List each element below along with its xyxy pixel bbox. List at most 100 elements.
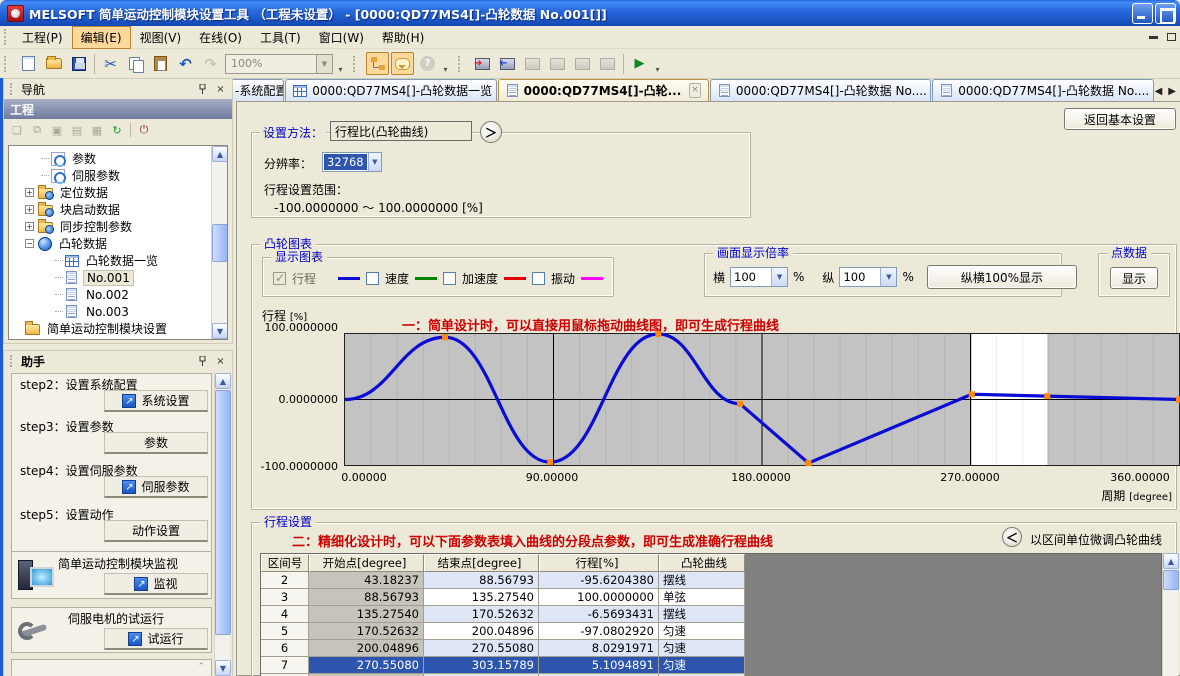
verify-button-2[interactable] <box>546 52 569 75</box>
scrollbar-thumb[interactable] <box>1163 570 1179 590</box>
tab-cam-data-list[interactable]: 0000:QD77MS4[]-凸轮数据一览 <box>285 79 496 101</box>
table-row[interactable]: 388.56793135.27540100.0000000单弦 <box>261 589 1161 606</box>
project-tree-scrollbar[interactable]: ▲ ▼ <box>211 146 227 339</box>
tree-item-cam-no-001[interactable]: No.001 <box>11 269 210 286</box>
scroll-up-icon[interactable]: ▲ <box>1163 553 1179 569</box>
scroll-down-icon[interactable]: ▼ <box>215 660 231 676</box>
verify-button-3[interactable] <box>571 52 594 75</box>
exit-project-icon[interactable]: ⏻ <box>135 122 153 139</box>
info-icon[interactable]: ▦ <box>88 122 106 139</box>
close-icon[interactable]: × <box>213 82 228 96</box>
menu-project[interactable]: 工程(P) <box>13 26 72 49</box>
collapse-minus-icon[interactable]: − <box>25 239 34 248</box>
tree-item-cam-no-002[interactable]: No.002 <box>11 286 210 303</box>
zoom-select[interactable]: 100% ▼ <box>225 54 333 74</box>
tree-item-cam-no-003[interactable]: No.003 <box>11 303 210 320</box>
dropdown-arrow-icon[interactable]: ▼ <box>880 268 896 286</box>
tree-item-sync-control-parameter[interactable]: +同步控制参数 <box>11 218 210 235</box>
expand-plus-icon[interactable]: + <box>25 222 34 231</box>
collapse-chevron-icon[interactable]: ⌃ <box>197 662 205 672</box>
scrollbar-thumb[interactable] <box>212 224 228 262</box>
write-to-module-button[interactable] <box>471 52 494 75</box>
navigation-toggle-button[interactable] <box>366 52 389 75</box>
verify-button-4[interactable] <box>596 52 619 75</box>
menu-online[interactable]: 在线(O) <box>190 26 251 49</box>
point-data-display-button[interactable]: 显示 <box>1110 267 1158 289</box>
back-to-basic-setting-button[interactable]: 返回基本设置 <box>1064 108 1176 130</box>
full-scale-display-button[interactable]: 纵横100%显示 <box>927 265 1077 289</box>
copy-button[interactable] <box>124 52 147 75</box>
table-row[interactable]: 4135.27540170.52632-6.5693431摆线 <box>261 606 1161 623</box>
maximize-button[interactable] <box>1155 3 1176 24</box>
acceleration-checkbox[interactable] <box>443 272 456 285</box>
help-button[interactable]: ? <box>416 52 439 75</box>
scrollbar-thumb[interactable] <box>215 390 231 635</box>
tree-item-simple-motion-setting[interactable]: 简单运动控制模块设置 <box>11 320 210 337</box>
toolbar-overflow-1[interactable]: ▾ <box>335 52 346 76</box>
tab-scroll-left-icon[interactable]: ◀ <box>1155 86 1163 97</box>
pin-icon[interactable] <box>195 354 210 368</box>
new-button[interactable] <box>17 52 40 75</box>
tab-cam-data-active[interactable]: 0000:QD77MS4[]-凸轮...× <box>498 79 709 101</box>
system-setting-button[interactable]: ↗系统设置 <box>104 390 208 412</box>
tab-cam-data-no1[interactable]: 0000:QD77MS4[]-凸轮数据 No.... <box>710 79 931 101</box>
table-row[interactable]: 6200.04896270.550808.0291971匀速 <box>261 640 1161 657</box>
tree-item-cam-data-list[interactable]: 凸轮数据一览 <box>11 252 210 269</box>
tab-scroll-right-icon[interactable]: ▶ <box>1168 86 1176 97</box>
tab-system-config[interactable]: -系统配置 <box>233 79 284 101</box>
expand-method-button[interactable]: ＞ <box>480 121 502 143</box>
table-row[interactable]: 243.1823788.56793-95.6204380摆线 <box>261 572 1161 589</box>
tree-item-parameter[interactable]: 参数 <box>11 150 210 167</box>
fine-tune-button[interactable]: ＜ <box>1002 527 1022 547</box>
pin-icon[interactable] <box>195 82 210 96</box>
undo-button[interactable]: ↶ <box>174 52 197 75</box>
new-item-icon[interactable]: ❏ <box>8 122 26 139</box>
paste-item-icon[interactable]: ▣ <box>48 122 66 139</box>
copy-item-icon[interactable]: ⧉ <box>28 122 46 139</box>
horizontal-zoom-select[interactable]: 100▼ <box>730 267 788 287</box>
parameter-button[interactable]: 参数 <box>104 432 208 454</box>
table-row-selected[interactable]: 7270.55080303.157895.1094891匀速 <box>261 657 1161 674</box>
tab-close-icon[interactable]: × <box>689 83 701 98</box>
dropdown-arrow-icon[interactable]: ▼ <box>368 153 381 171</box>
stroke-table-scrollbar[interactable]: ▲ ▼ <box>1162 553 1178 676</box>
refresh-icon[interactable]: ↻ <box>108 122 126 139</box>
toolbar-overflow-3[interactable]: ▾ <box>652 52 663 76</box>
cam-curve-plot[interactable] <box>344 333 1180 466</box>
vibration-checkbox[interactable] <box>532 272 545 285</box>
menu-help[interactable]: 帮助(H) <box>373 26 433 49</box>
monitor-button[interactable]: ↗监视 <box>104 573 208 595</box>
stroke-checkbox[interactable] <box>273 272 286 285</box>
redo-button[interactable]: ↷ <box>199 52 222 75</box>
expand-plus-icon[interactable]: + <box>25 205 34 214</box>
toolbar-overflow-2[interactable]: ▾ <box>440 52 451 76</box>
mdi-minimize-button[interactable] <box>1149 36 1158 39</box>
tree-item-positioning-data[interactable]: +定位数据 <box>11 184 210 201</box>
assistant-scrollbar[interactable]: ▲ ▼ <box>214 373 230 676</box>
dropdown-arrow-icon[interactable]: ▼ <box>771 268 787 286</box>
operation-setting-button[interactable]: 动作设置 <box>104 520 208 542</box>
monitor-start-button[interactable]: ▶ <box>628 52 651 75</box>
open-button[interactable] <box>42 52 65 75</box>
close-icon[interactable]: × <box>213 354 228 368</box>
resolution-select[interactable]: 32768 ▼ <box>322 152 382 172</box>
servo-parameter-button[interactable]: ↗伺服参数 <box>104 476 208 498</box>
assistant-toggle-button[interactable] <box>391 52 414 75</box>
menu-tool[interactable]: 工具(T) <box>251 26 310 49</box>
paste-button[interactable] <box>149 52 172 75</box>
tree-item-cam-data[interactable]: −凸轮数据 <box>11 235 210 252</box>
menu-window[interactable]: 窗口(W) <box>310 26 373 49</box>
test-run-button[interactable]: ↗试运行 <box>104 628 208 650</box>
expand-plus-icon[interactable]: + <box>25 188 34 197</box>
scroll-up-icon[interactable]: ▲ <box>215 373 231 389</box>
vertical-zoom-select[interactable]: 100▼ <box>839 267 897 287</box>
read-from-module-button[interactable] <box>496 52 519 75</box>
tree-item-block-start-data[interactable]: +块启动数据 <box>11 201 210 218</box>
verify-button-1[interactable] <box>521 52 544 75</box>
menu-view[interactable]: 视图(V) <box>131 26 191 49</box>
sort-icon[interactable]: ▤ <box>68 122 86 139</box>
cut-button[interactable]: ✂ <box>99 52 122 75</box>
tree-item-servo-parameter[interactable]: 伺服参数 <box>11 167 210 184</box>
table-row[interactable]: 5170.52632200.04896-97.0802920匀速 <box>261 623 1161 640</box>
scroll-down-icon[interactable]: ▼ <box>212 323 228 339</box>
